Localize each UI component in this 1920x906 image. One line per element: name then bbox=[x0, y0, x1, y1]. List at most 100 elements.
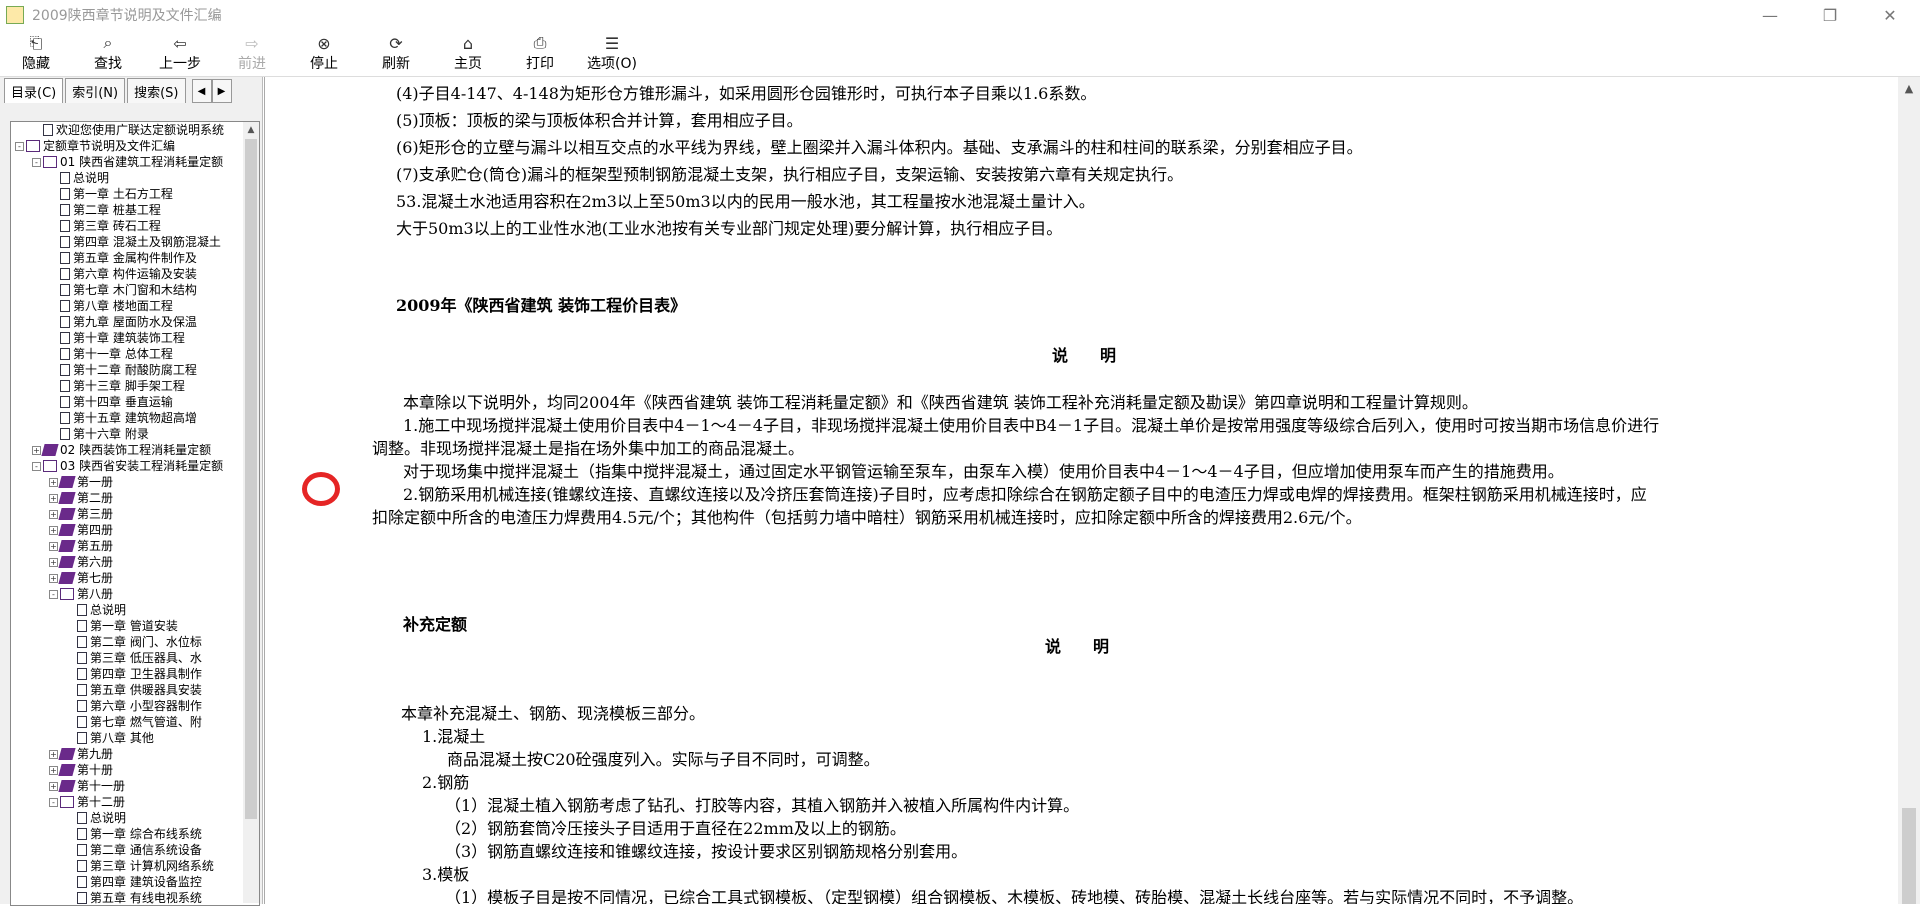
expand-icon[interactable]: + bbox=[49, 509, 58, 519]
tree-item[interactable]: + 第十册 bbox=[11, 762, 241, 778]
expand-icon[interactable]: + bbox=[49, 525, 58, 535]
tree-item[interactable]: 总说明 bbox=[11, 810, 241, 826]
tree-item[interactable]: + 第七册 bbox=[11, 570, 241, 586]
tree-item[interactable]: 第三章 砖石工程 bbox=[11, 218, 241, 234]
tree-item[interactable]: 第八章 其他 bbox=[11, 730, 241, 746]
tree-item[interactable]: 第二章 桩基工程 bbox=[11, 202, 241, 218]
minimize-button[interactable]: — bbox=[1740, 0, 1800, 30]
tree-item[interactable]: 第十章 建筑装饰工程 bbox=[11, 330, 241, 346]
section-subheading: 说 明 bbox=[1045, 637, 1110, 656]
document-icon bbox=[60, 236, 70, 248]
tree-item[interactable]: 第三章 计算机网络系统 bbox=[11, 858, 241, 874]
tree-item[interactable]: + 第六册 bbox=[11, 554, 241, 570]
document-icon bbox=[77, 652, 87, 664]
expand-icon[interactable]: + bbox=[32, 445, 41, 455]
tab-contents[interactable]: 目录(C) bbox=[4, 78, 64, 103]
content-scrollbar[interactable]: ▲ bbox=[1898, 77, 1920, 904]
tree-item[interactable]: 第一章 管道安装 bbox=[11, 618, 241, 634]
content-scrollbar-thumb[interactable] bbox=[1902, 808, 1916, 904]
tree-item[interactable]: 第四章 卫生器具制作 bbox=[11, 666, 241, 682]
tree-item[interactable]: 第九章 屋面防水及保温 bbox=[11, 314, 241, 330]
tree-item[interactable]: 第十二章 耐酸防腐工程 bbox=[11, 362, 241, 378]
close-button[interactable]: ✕ bbox=[1860, 0, 1920, 30]
print-button[interactable]: ⎙ 打印 bbox=[504, 30, 576, 76]
content-line: (5)顶板：顶板的梁与顶板体积合并计算，套用相应子目。 bbox=[396, 111, 803, 130]
tree-item[interactable]: 第十四章 垂直运输 bbox=[11, 394, 241, 410]
tree-item[interactable]: + 第九册 bbox=[11, 746, 241, 762]
tree-item[interactable]: + 第十一册 bbox=[11, 778, 241, 794]
tree-item[interactable]: + 第二册 bbox=[11, 490, 241, 506]
restore-button[interactable]: ❐ bbox=[1800, 0, 1860, 30]
tree-item[interactable]: + 第三册 bbox=[11, 506, 241, 522]
expand-icon[interactable]: + bbox=[49, 557, 58, 567]
expand-icon[interactable]: + bbox=[49, 765, 58, 775]
tree-item[interactable]: - 第十二册 bbox=[11, 794, 241, 810]
expand-icon[interactable]: + bbox=[49, 477, 58, 487]
scroll-up-icon[interactable]: ▲ bbox=[243, 122, 259, 138]
refresh-button[interactable]: ⟳ 刷新 bbox=[360, 30, 432, 76]
collapse-icon[interactable]: - bbox=[49, 797, 58, 807]
tree-item-label: 第一章 管道安装 bbox=[90, 619, 178, 633]
toolbar-button-label: 上一步 bbox=[159, 56, 201, 72]
tree-item-label: 欢迎您使用广联达定额说明系统 bbox=[56, 123, 225, 137]
tree-item[interactable]: 第一章 综合布线系统 bbox=[11, 826, 241, 842]
expand-icon[interactable]: + bbox=[49, 493, 58, 503]
tree-item[interactable]: - 第八册 bbox=[11, 586, 241, 602]
forward-arrow-icon: ⇨ bbox=[245, 33, 259, 53]
expand-icon[interactable]: + bbox=[49, 573, 58, 583]
stop-button[interactable]: ⊗ 停止 bbox=[288, 30, 360, 76]
content-line: (6)矩形仓的立壁与漏斗以相互交点的水平线为界线，壁上圈梁并入漏斗体积内。基础、… bbox=[396, 138, 1363, 157]
tree-item[interactable]: 第二章 阀门、水位标 bbox=[11, 634, 241, 650]
home-button[interactable]: ⌂ 主页 bbox=[432, 30, 504, 76]
tree-item[interactable]: 第十六章 附录 bbox=[11, 426, 241, 442]
tab-scroll-left-button[interactable]: ◀ bbox=[191, 79, 212, 103]
collapse-icon[interactable]: - bbox=[32, 157, 41, 167]
tree-item[interactable]: 第五章 供暖器具安装 bbox=[11, 682, 241, 698]
tree-item[interactable]: 第五章 金属构件制作及 bbox=[11, 250, 241, 266]
scroll-up-icon[interactable]: ▲ bbox=[1898, 77, 1920, 99]
tab-scroll-right-button[interactable]: ▶ bbox=[211, 79, 232, 103]
tree-item[interactable]: 欢迎您使用广联达定额说明系统 bbox=[11, 122, 241, 138]
tree-item[interactable]: 第一章 土石方工程 bbox=[11, 186, 241, 202]
tab-index[interactable]: 索引(N) bbox=[65, 78, 126, 103]
options-button[interactable]: ☰ 选项(O) bbox=[576, 30, 648, 76]
tree-item[interactable]: 第六章 构件运输及安装 bbox=[11, 266, 241, 282]
tree-item[interactable]: 第十三章 脚手架工程 bbox=[11, 378, 241, 394]
tree-item[interactable]: - 定额章节说明及文件汇编 bbox=[11, 138, 241, 154]
tree-item[interactable]: 第八章 楼地面工程 bbox=[11, 298, 241, 314]
hide-button[interactable]: ⎗ 隐藏 bbox=[0, 30, 72, 76]
tree-item[interactable]: 第四章 混凝土及钢筋混凝土 bbox=[11, 234, 241, 250]
tree-item[interactable]: 总说明 bbox=[11, 170, 241, 186]
tree-item[interactable]: 第三章 低压器具、水 bbox=[11, 650, 241, 666]
tree-item[interactable]: 第十五章 建筑物超高增 bbox=[11, 410, 241, 426]
find-button[interactable]: ⌕ 查找 bbox=[72, 30, 144, 76]
tree-item[interactable]: 第六章 小型容器制作 bbox=[11, 698, 241, 714]
collapse-icon[interactable]: - bbox=[15, 141, 24, 151]
document-icon bbox=[60, 204, 70, 216]
tree-scrollbar-thumb[interactable] bbox=[245, 139, 257, 819]
tree-item[interactable]: 第二章 通信系统设备 bbox=[11, 842, 241, 858]
expand-icon[interactable]: + bbox=[49, 749, 58, 759]
tab-search[interactable]: 搜索(S) bbox=[127, 78, 186, 103]
tree-item[interactable]: 第七章 燃气管道、附 bbox=[11, 714, 241, 730]
tree-item[interactable]: 第十一章 总体工程 bbox=[11, 346, 241, 362]
tree-item[interactable]: + 第五册 bbox=[11, 538, 241, 554]
forward-arrow-button[interactable]: ⇨ 前进 bbox=[216, 30, 288, 76]
tree-item[interactable]: - 01 陕西省建筑工程消耗量定额 bbox=[11, 154, 241, 170]
collapse-icon[interactable]: - bbox=[49, 589, 58, 599]
tree-item[interactable]: 总说明 bbox=[11, 602, 241, 618]
expand-icon[interactable]: + bbox=[49, 781, 58, 791]
tree-item[interactable]: - 03 陕西省安装工程消耗量定额 bbox=[11, 458, 241, 474]
tree-item[interactable]: + 第一册 bbox=[11, 474, 241, 490]
tree-scrollbar[interactable]: ▲ bbox=[243, 122, 259, 903]
tree-item[interactable]: 第四章 建筑设备监控 bbox=[11, 874, 241, 890]
refresh-icon: ⟳ bbox=[389, 33, 403, 53]
collapse-icon[interactable]: - bbox=[32, 461, 41, 471]
tree-item-label: 02 陕西装饰工程消耗量定额 bbox=[60, 443, 212, 457]
back-arrow-button[interactable]: ⇦ 上一步 bbox=[144, 30, 216, 76]
toolbar-button-label: 查找 bbox=[94, 56, 122, 72]
tree-item[interactable]: + 第四册 bbox=[11, 522, 241, 538]
tree-item[interactable]: 第七章 木门窗和木结构 bbox=[11, 282, 241, 298]
tree-item[interactable]: +02 陕西装饰工程消耗量定额 bbox=[11, 442, 241, 458]
expand-icon[interactable]: + bbox=[49, 541, 58, 551]
